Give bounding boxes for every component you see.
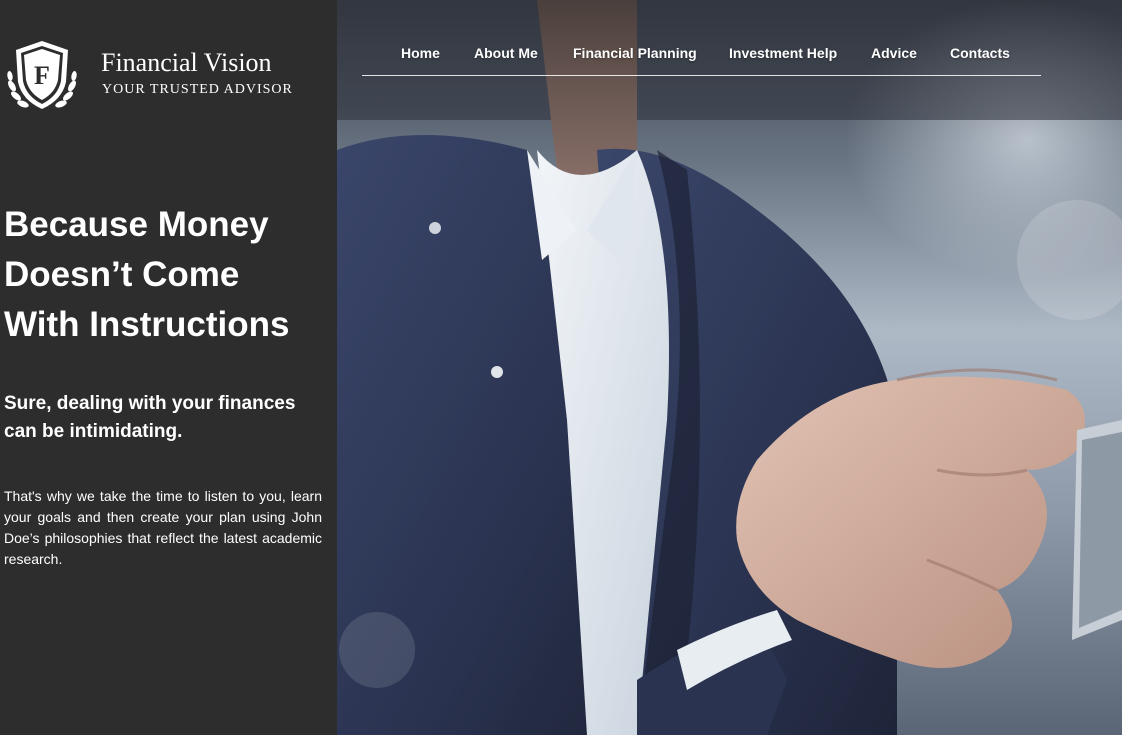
brand-name: Financial Vision	[101, 48, 272, 77]
brand-tagline: YOUR TRUSTED ADVISOR	[102, 82, 293, 97]
hero-subhead: Sure, dealing with your finances can be …	[4, 393, 296, 442]
hero-body-text: That's why we take the time to listen to…	[4, 488, 322, 567]
sidebar-panel: F Financial Vision YOUR TRUSTED ADVISOR …	[0, 0, 337, 735]
nav-home[interactable]: Home	[401, 45, 440, 61]
brand-logo[interactable]: F Financial Vision YOUR TRUSTED ADVISOR	[4, 38, 304, 113]
nav-about-me[interactable]: About Me	[474, 45, 538, 61]
nav-investment-help[interactable]: Investment Help	[729, 45, 837, 61]
main-nav: Home About Me Financial Planning Investm…	[362, 36, 1041, 76]
nav-advice[interactable]: Advice	[871, 45, 917, 61]
crest-letter: F	[34, 61, 50, 90]
businessman-illustration	[337, 0, 1122, 735]
hero-headline: Because Money Doesn’t Come With Instruct…	[4, 205, 290, 344]
nav-contacts[interactable]: Contacts	[950, 45, 1010, 61]
shield-crest-icon: F	[7, 41, 77, 109]
nav-financial-planning[interactable]: Financial Planning	[573, 45, 697, 61]
hero-image	[337, 0, 1122, 735]
